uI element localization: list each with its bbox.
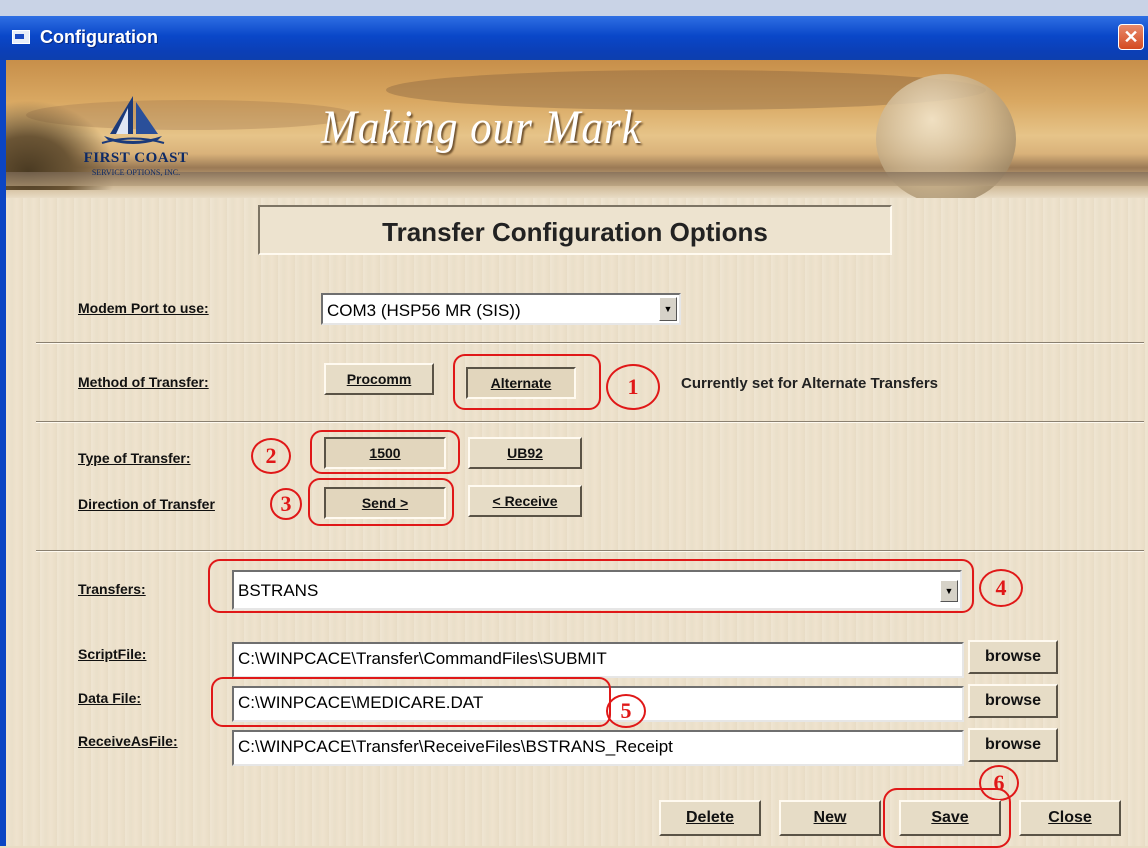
type-1500-button[interactable]: 1500	[324, 437, 446, 469]
new-button[interactable]: New	[779, 800, 881, 836]
dialog-client-area: FIRST COAST SERVICE OPTIONS, INC. Making…	[6, 60, 1148, 848]
send-button[interactable]: Send >	[324, 487, 446, 519]
modem-port-select[interactable]: COM3 (HSP56 MR (SIS)) ▼	[321, 293, 681, 325]
type-of-transfer-label: Type of Transfer:	[78, 450, 191, 466]
data-file-browse-button[interactable]: browse	[968, 684, 1058, 718]
window-title: Configuration	[40, 27, 158, 47]
annotation-number-3: 3	[270, 488, 302, 520]
separator	[36, 342, 1144, 344]
script-file-browse-button[interactable]: browse	[968, 640, 1058, 674]
annotation-number-2: 2	[251, 438, 291, 474]
type-ub92-button[interactable]: UB92	[468, 437, 582, 469]
save-button[interactable]: Save	[899, 800, 1001, 836]
desktop-background	[0, 0, 1148, 16]
transfers-label: Transfers:	[78, 581, 146, 597]
sailboat-icon	[101, 96, 165, 144]
modem-port-value: COM3 (HSP56 MR (SIS))	[327, 301, 521, 320]
company-logo: FIRST COAST SERVICE OPTIONS, INC.	[78, 94, 194, 182]
banner-image: FIRST COAST SERVICE OPTIONS, INC. Making…	[6, 60, 1148, 198]
receive-as-file-label: ReceiveAsFile:	[78, 733, 178, 749]
logo-text: FIRST COAST	[83, 150, 189, 166]
script-file-label: ScriptFile:	[78, 646, 147, 662]
transfers-select[interactable]: BSTRANS ▼	[232, 570, 962, 610]
close-window-button[interactable]: ✕	[1118, 24, 1144, 50]
data-file-label: Data File:	[78, 690, 142, 706]
page-heading-box: Transfer Configuration Options	[258, 205, 892, 255]
delete-button[interactable]: Delete	[659, 800, 761, 836]
modem-port-dropdown-arrow[interactable]: ▼	[659, 297, 677, 321]
logo-subtext: SERVICE OPTIONS, INC.	[91, 168, 181, 177]
page-title: Transfer Configuration Options	[382, 217, 768, 247]
receive-as-file-input[interactable]: C:\WINPCACE\Transfer\ReceiveFiles\BSTRAN…	[232, 730, 964, 766]
transfers-value: BSTRANS	[238, 581, 319, 600]
script-file-input[interactable]: C:\WINPCACE\Transfer\CommandFiles\SUBMIT	[232, 642, 964, 678]
receive-file-browse-button[interactable]: browse	[968, 728, 1058, 762]
window-icon	[12, 30, 30, 44]
banner-tagline: Making our Mark	[321, 101, 642, 154]
separator	[36, 421, 1144, 423]
transfer-status-text: Currently set for Alternate Transfers	[681, 375, 939, 392]
receive-button[interactable]: < Receive	[468, 485, 582, 517]
direction-of-transfer-label: Direction of Transfer	[78, 496, 215, 512]
procomm-button[interactable]: Procomm	[324, 363, 434, 395]
data-file-input[interactable]: C:\WINPCACE\MEDICARE.DAT	[232, 686, 964, 722]
method-of-transfer-label: Method of Transfer:	[78, 374, 209, 390]
annotation-number-4: 4	[979, 569, 1023, 607]
separator	[36, 550, 1144, 552]
annotation-number-1: 1	[606, 364, 660, 410]
alternate-button[interactable]: Alternate	[466, 367, 576, 399]
close-button[interactable]: Close	[1019, 800, 1121, 836]
configuration-window: Configuration ✕ FIRST COAST SERVICE OPTI…	[0, 16, 1148, 848]
transfers-dropdown-arrow[interactable]: ▼	[940, 580, 958, 602]
title-bar[interactable]: Configuration ✕	[0, 16, 1148, 60]
annotation-number-6: 6	[979, 765, 1019, 801]
annotation-number-5: 5	[606, 694, 646, 728]
modem-port-label: Modem Port to use:	[78, 300, 209, 316]
